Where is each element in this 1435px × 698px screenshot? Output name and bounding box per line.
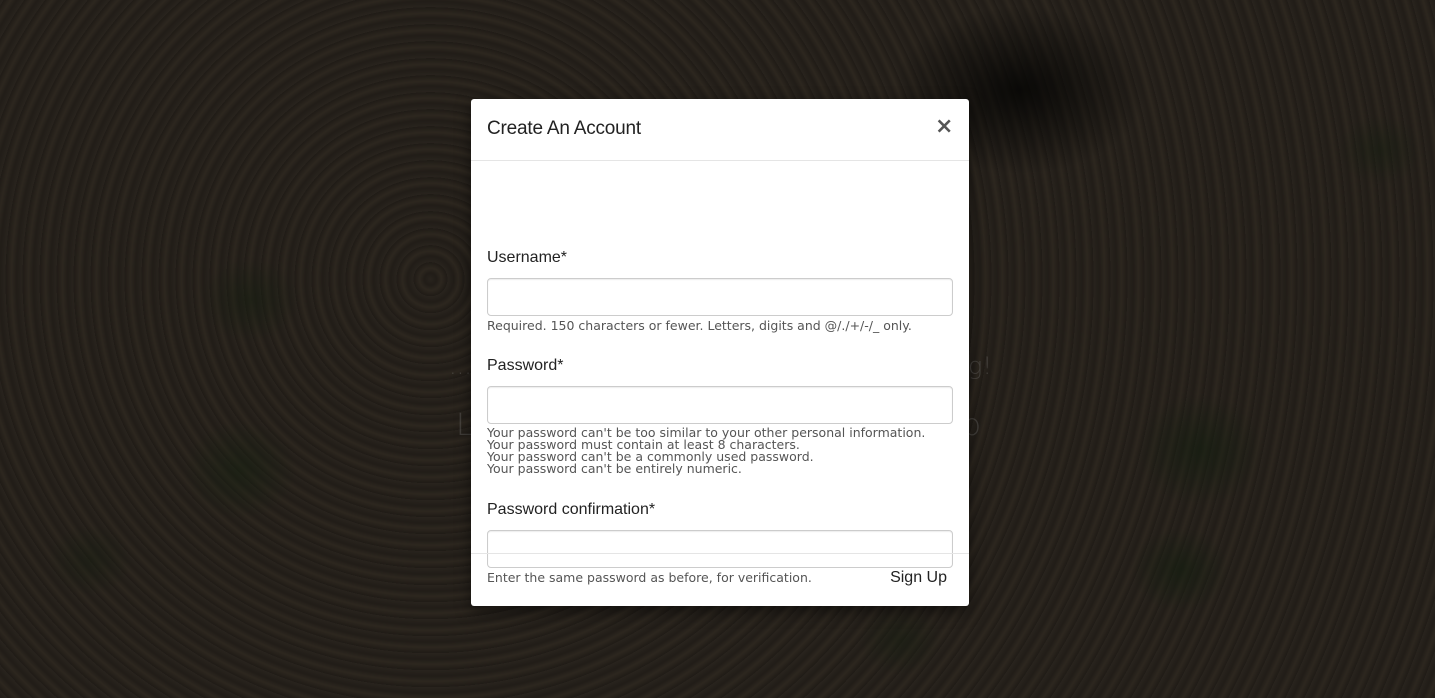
create-account-modal: Create An Account × Username* Required. … xyxy=(471,99,969,606)
password-help-list: Your password can't be too similar to yo… xyxy=(487,426,925,476)
username-label: Username* xyxy=(487,249,568,266)
modal-footer: Sign Up xyxy=(471,553,969,606)
modal-title: Create An Account xyxy=(487,118,641,139)
username-input[interactable] xyxy=(487,278,953,316)
close-button[interactable]: × xyxy=(935,116,953,138)
password-input[interactable] xyxy=(487,386,953,424)
password-label: Password* xyxy=(487,357,564,374)
sign-up-button[interactable]: Sign Up xyxy=(890,569,947,587)
modal-header: Create An Account × xyxy=(471,99,969,161)
username-help-text: Required. 150 characters or fewer. Lette… xyxy=(487,318,912,333)
password-help-item: Your password can't be entirely numeric. xyxy=(487,461,742,476)
password-confirmation-label: Password confirmation* xyxy=(487,501,656,518)
